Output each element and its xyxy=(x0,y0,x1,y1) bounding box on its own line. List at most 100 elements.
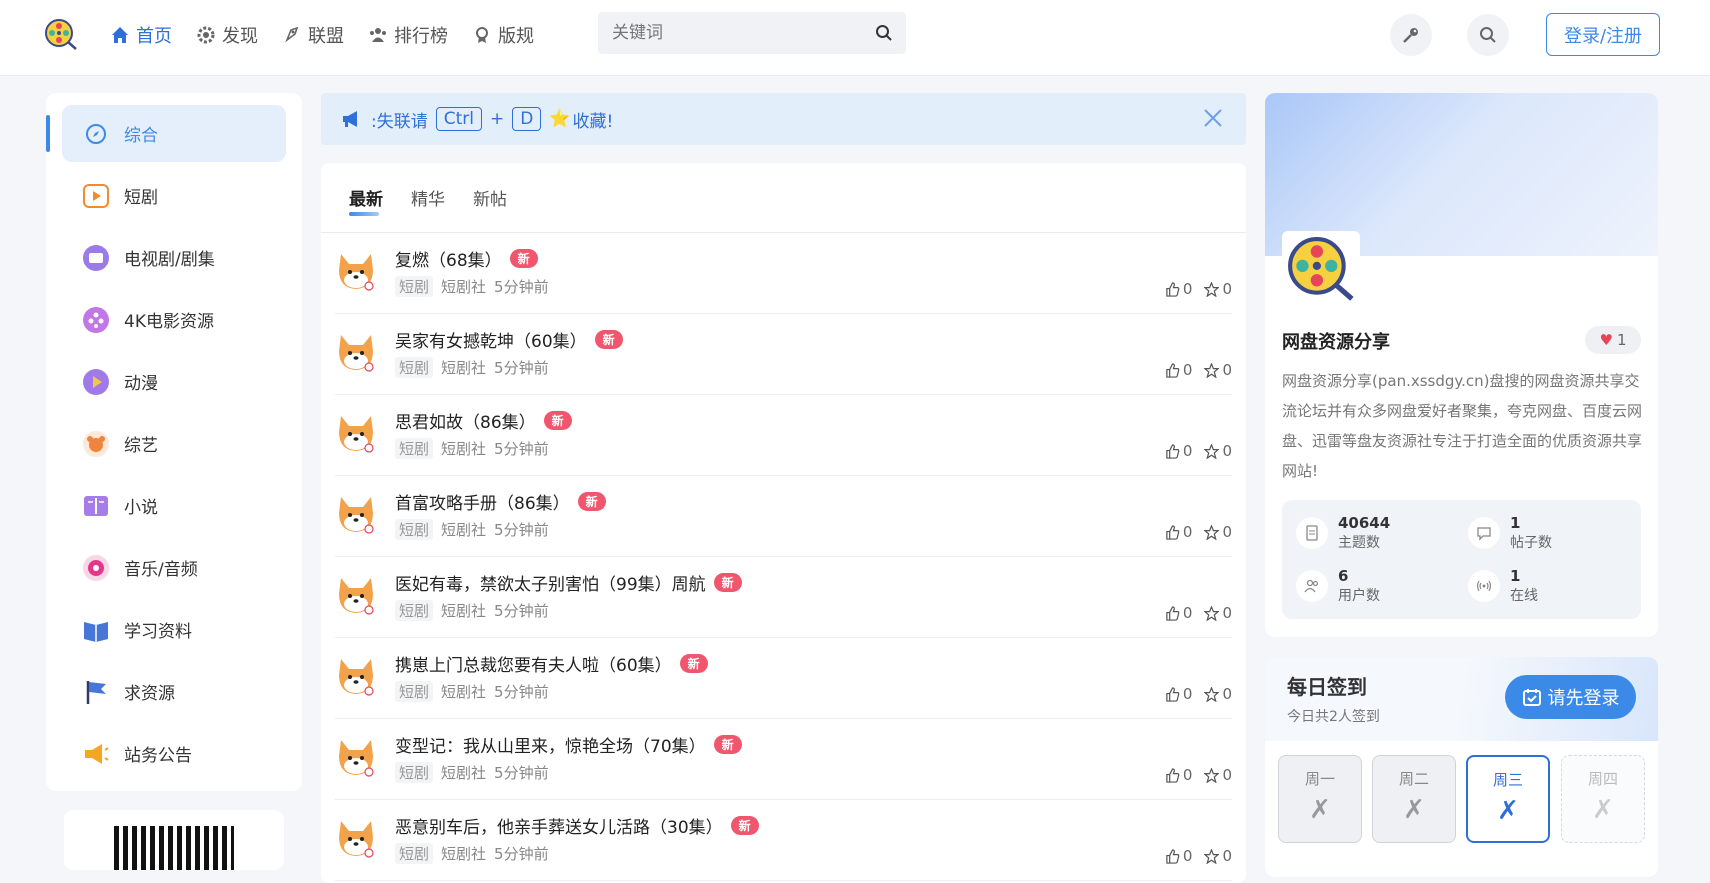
key-button[interactable] xyxy=(1390,14,1432,56)
post-row[interactable]: 变型记：我从山里来，惊艳全场（70集）新短剧 短剧社 5分钟前 0 0 xyxy=(335,719,1232,800)
day-label: 周一 xyxy=(1304,770,1335,788)
day-wed[interactable]: 周三 ✗ xyxy=(1466,755,1550,843)
like-count: 1 xyxy=(1616,331,1627,349)
close-icon[interactable] xyxy=(1202,107,1224,129)
like-count: 0 xyxy=(1182,361,1193,379)
login-first-button[interactable]: 请先登录 xyxy=(1505,675,1636,719)
post-forum[interactable]: 短剧社 xyxy=(441,276,486,297)
day-label: 周四 xyxy=(1587,770,1618,788)
star-icon xyxy=(1204,605,1220,621)
sidebar-item-short-drama[interactable]: 短剧 xyxy=(62,167,286,224)
post-title[interactable]: 医妃有毒，禁欲太子别害怕（99集）周航 xyxy=(395,570,706,595)
post-forum[interactable]: 短剧社 xyxy=(441,438,486,459)
post-row[interactable]: 首富攻略手册（86集）新短剧 短剧社 5分钟前 0 0 xyxy=(335,476,1232,557)
sidebar-item-music[interactable]: 音乐/音频 xyxy=(62,539,286,596)
post-row[interactable]: 复燃（68集）新短剧 短剧社 5分钟前 0 0 xyxy=(335,233,1232,314)
post-tag[interactable]: 短剧 xyxy=(395,519,434,540)
post-title[interactable]: 首富攻略手册（86集） xyxy=(395,489,570,514)
favorite-stat[interactable]: 0 xyxy=(1204,442,1232,460)
post-row[interactable]: 吴家有女撼乾坤（60集）新短剧 短剧社 5分钟前 0 0 xyxy=(335,314,1232,395)
post-stats: 00 xyxy=(1165,361,1232,379)
nav-home[interactable]: 首页 xyxy=(110,20,172,50)
like-stat[interactable]: 0 xyxy=(1165,523,1192,541)
like-count: 0 xyxy=(1182,442,1193,460)
like-stat[interactable]: 0 xyxy=(1165,361,1193,379)
avatar[interactable] xyxy=(335,493,377,535)
like-stat[interactable]: 0 xyxy=(1165,280,1193,298)
favorite-stat[interactable]: 0 xyxy=(1204,361,1232,379)
users-icon xyxy=(1296,570,1328,602)
post-tag[interactable]: 短剧 xyxy=(395,357,434,378)
nav-ranking[interactable]: 排行榜 xyxy=(368,20,448,50)
favorite-stat[interactable]: 0 xyxy=(1204,523,1232,541)
day-thu: 周四 ✗ xyxy=(1561,755,1645,843)
like-stat[interactable]: 0 xyxy=(1165,766,1192,784)
favorite-stat[interactable]: 0 xyxy=(1204,604,1232,622)
like-stat[interactable]: 0 xyxy=(1165,847,1192,865)
sidebar-item-announcement[interactable]: 站务公告 xyxy=(62,725,286,782)
avatar[interactable] xyxy=(335,250,377,292)
favorite-stat[interactable]: 0 xyxy=(1204,685,1232,703)
qr-code xyxy=(114,826,234,870)
post-forum[interactable]: 短剧社 xyxy=(441,681,486,702)
sidebar-item-request[interactable]: 求资源 xyxy=(62,663,286,720)
like-stat[interactable]: 0 xyxy=(1165,604,1192,622)
site-logo[interactable] xyxy=(44,18,78,52)
tab-latest[interactable]: 最新 xyxy=(349,185,383,216)
nav-rules[interactable]: 版规 xyxy=(472,20,534,50)
post-title[interactable]: 恶意别车后，他亲手葬送女儿活路（30集） xyxy=(395,813,723,838)
post-row[interactable]: 医妃有毒，禁欲太子别害怕（99集）周航新短剧 短剧社 5分钟前 0 0 xyxy=(335,557,1232,638)
nav-discover-label: 发现 xyxy=(222,26,258,47)
post-forum[interactable]: 短剧社 xyxy=(441,762,486,783)
sidebar-item-4k-movies[interactable]: 4K电影资源 xyxy=(62,291,286,348)
favorite-stat[interactable]: 0 xyxy=(1204,280,1232,298)
new-badge: 新 xyxy=(543,411,572,430)
post-title[interactable]: 吴家有女撼乾坤（60集） xyxy=(395,327,587,352)
search-toggle-button[interactable] xyxy=(1467,14,1509,56)
tab-new-posts[interactable]: 新帖 xyxy=(473,185,507,210)
post-title[interactable]: 携崽上门总裁您要有夫人啦（60集） xyxy=(395,651,672,676)
favorite-stat[interactable]: 0 xyxy=(1204,766,1232,784)
post-forum[interactable]: 短剧社 xyxy=(441,519,486,540)
new-badge: 新 xyxy=(577,492,606,511)
avatar[interactable] xyxy=(335,331,377,373)
avatar[interactable] xyxy=(335,736,377,778)
sidebar-item-all[interactable]: 综合 xyxy=(46,105,286,162)
post-tag[interactable]: 短剧 xyxy=(395,438,434,459)
search-icon[interactable] xyxy=(874,23,894,43)
sidebar-item-anime[interactable]: 动漫 xyxy=(62,353,286,410)
post-forum[interactable]: 短剧社 xyxy=(441,600,486,621)
search-input[interactable] xyxy=(598,12,858,54)
post-forum[interactable]: 短剧社 xyxy=(441,357,486,378)
post-row[interactable]: 思君如故（86集）新短剧 短剧社 5分钟前 0 0 xyxy=(335,395,1232,476)
nav-alliance[interactable]: 联盟 xyxy=(282,20,344,50)
avatar[interactable] xyxy=(335,817,377,859)
sidebar-item-variety[interactable]: 综艺 xyxy=(62,415,286,472)
sidebar-item-study[interactable]: 学习资料 xyxy=(62,601,286,658)
post-row[interactable]: 携崽上门总裁您要有夫人啦（60集）新短剧 短剧社 5分钟前 0 0 xyxy=(335,638,1232,719)
nav-discover[interactable]: 发现 xyxy=(196,20,258,50)
avatar[interactable] xyxy=(335,574,377,616)
post-title[interactable]: 思君如故（86集） xyxy=(395,408,536,433)
sidebar-item-tv[interactable]: 电视剧/剧集 xyxy=(62,229,286,286)
post-row[interactable]: 恶意别车后，他亲手葬送女儿活路（30集）新短剧 短剧社 5分钟前 0 0 xyxy=(335,800,1232,881)
like-count: 0 xyxy=(1182,280,1193,298)
post-title[interactable]: 复燃（68集） xyxy=(395,246,502,271)
post-tag[interactable]: 短剧 xyxy=(395,762,434,783)
like-stat[interactable]: 0 xyxy=(1165,442,1193,460)
profile-avatar[interactable] xyxy=(1282,231,1360,309)
thumbs-up-icon xyxy=(1166,362,1180,378)
like-stat[interactable]: 0 xyxy=(1165,685,1192,703)
like-button[interactable]: ♥ 1 xyxy=(1585,326,1641,354)
post-title[interactable]: 变型记：我从山里来，惊艳全场（70集） xyxy=(395,732,706,757)
favorite-stat[interactable]: 0 xyxy=(1204,847,1232,865)
tab-featured[interactable]: 精华 xyxy=(411,185,445,210)
post-tag[interactable]: 短剧 xyxy=(395,681,434,702)
kbd-ctrl: Ctrl xyxy=(435,107,482,131)
post-tag[interactable]: 短剧 xyxy=(395,600,434,621)
post-tag[interactable]: 短剧 xyxy=(395,276,434,297)
login-register-button[interactable]: 登录/注册 xyxy=(1546,13,1660,56)
avatar[interactable] xyxy=(335,655,377,697)
sidebar-item-novel[interactable]: 小说 xyxy=(62,477,286,534)
avatar[interactable] xyxy=(335,412,377,454)
